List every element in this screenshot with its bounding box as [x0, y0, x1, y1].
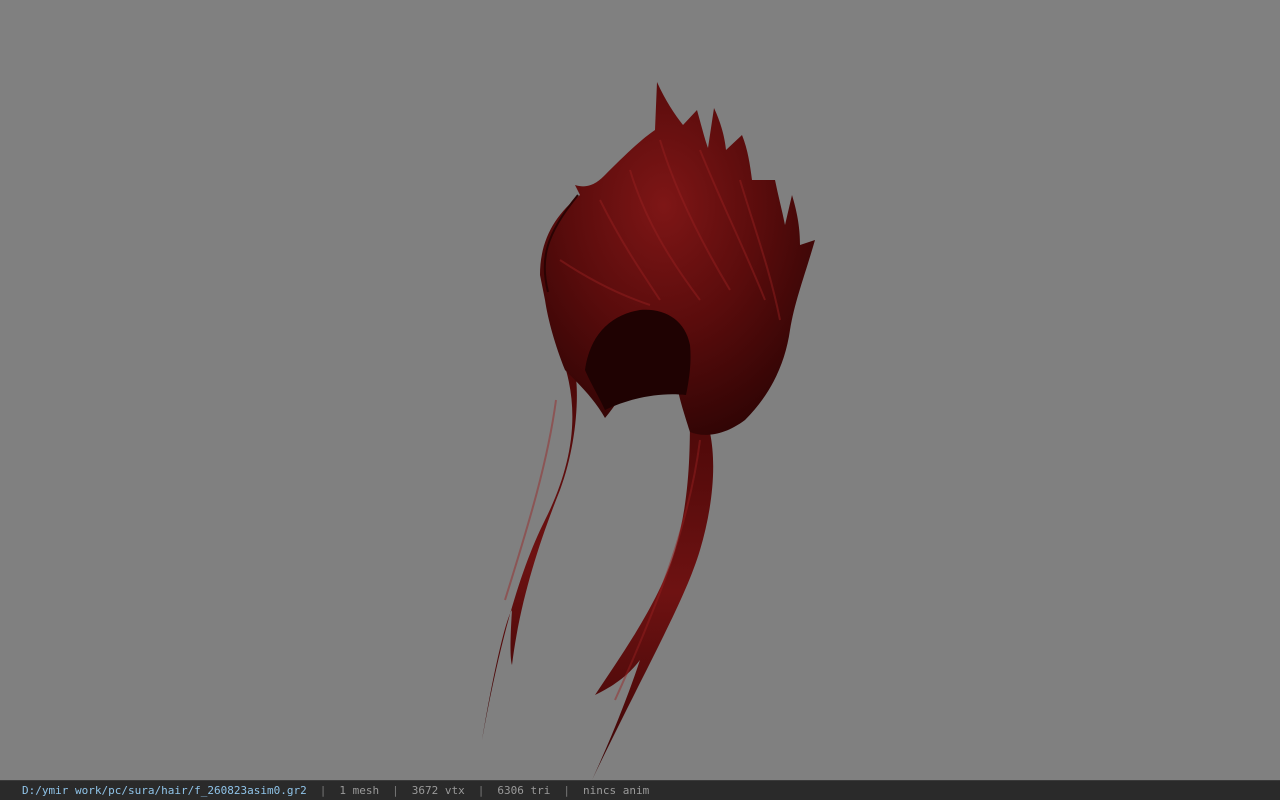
status-animation: nincs anim [583, 784, 650, 797]
status-separator: | [477, 784, 485, 797]
status-separator: | [319, 784, 327, 797]
status-bar: D:/ymir work/pc/sura/hair/f_260823asim0.… [0, 780, 1280, 800]
status-separator: | [563, 784, 570, 797]
status-vertex-count: 3672 vtx [411, 784, 465, 797]
hair-left-strand [482, 370, 577, 740]
status-separator: | [392, 784, 399, 797]
status-triangle-count: 6306 tri [497, 784, 551, 797]
hair-model-render [482, 82, 815, 780]
status-mesh-count: 1 mesh [339, 784, 380, 797]
status-file-path: D:/ymir work/pc/sura/hair/f_260823asim0.… [22, 784, 307, 797]
hair-right-strand [592, 405, 714, 780]
3d-viewport[interactable] [0, 0, 1280, 780]
